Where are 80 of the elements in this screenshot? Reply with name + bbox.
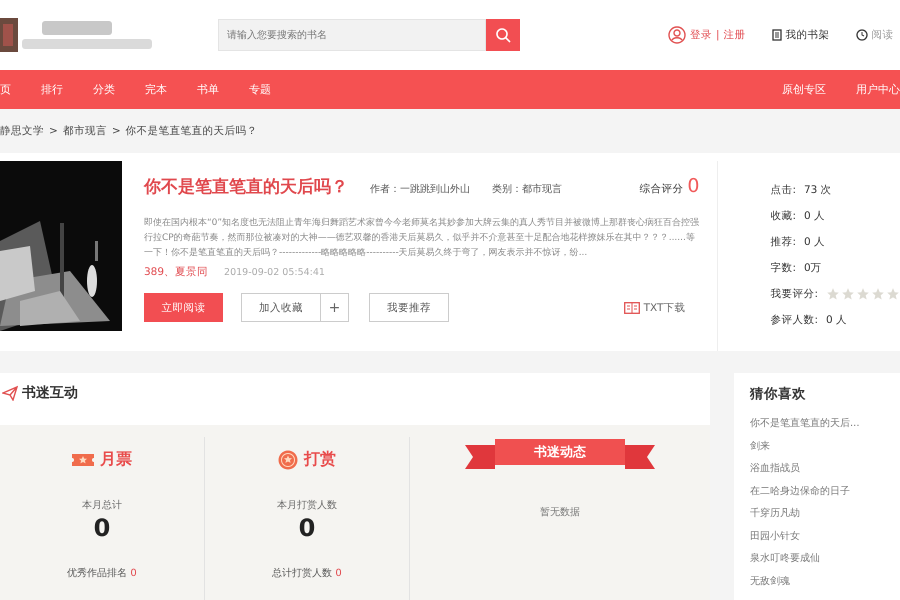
category-text: 类别：都市现言 [492,182,562,196]
panel-caption: 本月总计 [82,498,122,512]
user-icon [668,26,686,44]
coin-icon [278,450,298,470]
clock-icon [856,29,868,41]
stat-value: 0 人 [826,313,848,327]
stat-value: 0 人 [804,209,826,223]
footer-value: 0 [335,568,342,579]
nav-link[interactable]: 页 [0,82,26,97]
book-link[interactable]: 田园小针女 [750,526,900,548]
bookshelf-link[interactable]: 我的书架 [786,28,830,42]
empty-message: 暂无数据 [540,506,580,519]
nav-link[interactable]: 原创专区 [767,82,841,97]
rating-stars[interactable] [826,287,900,301]
ribbon-title: 书迷动态 [495,439,625,465]
separator-text: | [716,29,720,41]
stat-label: 点击: [770,183,796,197]
nav-link[interactable]: 分类 [78,82,130,97]
book-link[interactable]: 泉水叮咚要成仙 [750,548,900,570]
panel-value: 0 [94,514,110,542]
register-link[interactable]: 注册 [724,28,746,42]
section-title: 书迷互动 [22,384,78,402]
star-icon[interactable] [826,287,840,301]
current-page-text: 你不是笔直笔直的天后吗？ [126,124,258,138]
book-title: 你不是笔直笔直的天后吗？ [144,176,348,198]
stat-label: 推荐: [770,235,796,249]
star-icon[interactable] [841,287,855,301]
add-button[interactable]: + [321,293,349,322]
search-button[interactable] [486,19,520,51]
latest-chapter-link[interactable]: 389、夏景同 [144,265,208,279]
book-link[interactable]: 浴血指战员 [750,458,900,480]
book-intro: 即使在国内根本“0”知名度也无法阻止青年海归舞蹈艺术家曾今今老师莫名其妙参加大牌云集的真人秀节目并被微博上那群丧心病狂百合控强行拉CP的奇葩节奏，然而那位被凑对的大神——德艺双馨的香港天后莫易久，似乎并不介意甚至十足配合地花样撩妹乐在其中？？？......等一下！你不是笔直笔直的天后吗？-------------略略略略略----------天后莫易久终于弯了，网友表示并不惊讶，纷... [144,216,700,260]
stat-value: 0万 [804,261,822,275]
panel-caption: 本月打赏人数 [277,498,337,512]
panel-footer: 优秀作品排名 [67,568,128,579]
download-link[interactable]: TXT下载 [624,300,686,314]
author-text: 作者：一跳跳到山外山 [370,182,470,196]
update-time: 2019-09-02 05:54:41 [224,267,325,278]
nav-link[interactable]: 用户中心 [841,82,900,97]
panel-footer: 总计打赏人数 [272,568,332,579]
paper-plane-icon [2,385,18,401]
panel-value: 0 [298,514,316,542]
action-button[interactable]: 立即阅读 [144,293,223,322]
book-link[interactable]: 千穿历凡劫 [750,503,900,526]
score-label: 综合评分 [639,182,684,196]
star-icon[interactable] [856,287,870,301]
book-link[interactable]: 剑来 [750,436,900,458]
list-icon [772,29,782,41]
breadcrumb-link[interactable]: 都市现言 [62,124,107,138]
score-value: 0 [687,175,700,197]
nav-link[interactable]: 排行 [26,82,78,97]
logo-icon [0,18,18,52]
action-button[interactable]: 加入收藏 [241,293,321,322]
rate-label: 我要评分: [770,287,818,301]
stat-label: 收藏: [770,209,796,223]
panel-title: 月票 [100,449,132,470]
stat-label: 参评人数: [770,313,818,327]
star-icon[interactable] [886,287,900,301]
nav-link[interactable]: 完本 [130,82,182,97]
stat-label: 字数: [770,261,796,275]
footer-value: 0 [130,568,137,579]
breadcrumb-separator: > [49,125,58,137]
book-link[interactable]: 你不是笔直笔直的天后... [750,413,900,436]
nav-link[interactable]: 书单 [182,82,234,97]
stat-value: 73 次 [804,183,832,197]
breadcrumb-separator: > [112,125,121,137]
book-icon [624,302,640,314]
login-link[interactable]: 登录 [690,28,712,42]
action-button[interactable]: 我要推荐 [369,293,449,322]
nav-link[interactable]: 专题 [234,82,286,97]
sidebar-title: 猜你喜欢 [750,385,807,403]
book-link[interactable]: 无敌剑魂 [750,570,900,593]
ticket-icon [72,452,94,468]
star-icon[interactable] [871,287,885,301]
panel-title: 打赏 [304,449,336,470]
breadcrumb-link[interactable]: 静思文学 [0,124,44,138]
search-field[interactable]: 请输入您要搜索的书名 [218,19,486,51]
history-link[interactable]: 阅读 [872,28,894,42]
stat-value: 0 人 [804,235,826,249]
book-link[interactable]: 在二哈身边保命的日子 [750,480,900,503]
